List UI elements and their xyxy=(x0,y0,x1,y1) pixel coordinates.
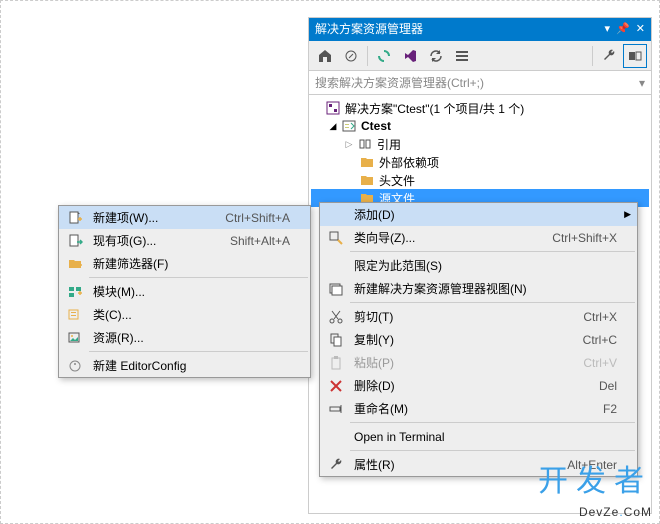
submenu-class-label: 类(C)... xyxy=(87,306,290,323)
class-wizard-icon xyxy=(324,230,348,246)
submenu-editorconfig[interactable]: 新建 EditorConfig xyxy=(59,354,310,377)
menu-class-wizard-label: 类向导(Z)... xyxy=(348,229,552,246)
menu-class-wizard-shortcut: Ctrl+Shift+X xyxy=(552,231,617,245)
menu-properties-shortcut: Alt+Enter xyxy=(567,458,617,472)
refresh-button[interactable] xyxy=(424,44,448,68)
menu-scope-label: 限定为此范围(S) xyxy=(348,257,617,274)
expander-closed-icon[interactable]: ▷ xyxy=(343,138,355,150)
new-item-icon xyxy=(63,210,87,226)
menu-delete-label: 删除(D) xyxy=(348,377,599,394)
submenu-new-item-label: 新建项(W)... xyxy=(87,209,225,226)
submenu-module[interactable]: 模块(M)... xyxy=(59,280,310,303)
headers-node[interactable]: 头文件 xyxy=(311,171,649,189)
expander-open-icon[interactable]: ◢ xyxy=(327,120,339,132)
menu-rename-label: 重命名(M) xyxy=(348,400,603,417)
nav-dropdown-button[interactable] xyxy=(339,44,363,68)
chevron-right-icon: ▶ xyxy=(624,209,631,220)
folder-icon xyxy=(359,154,375,170)
cut-icon xyxy=(324,309,348,325)
submenu-new-filter[interactable]: 新建筛选器(F) xyxy=(59,252,310,275)
menu-new-view-label: 新建解决方案资源管理器视图(N) xyxy=(348,280,617,297)
submenu-resource[interactable]: 资源(R)... xyxy=(59,326,310,349)
rename-icon xyxy=(324,401,348,417)
solution-node[interactable]: 解决方案"Ctest"(1 个项目/共 1 个) xyxy=(311,99,649,117)
menu-add[interactable]: 添加(D) ▶ xyxy=(320,203,637,226)
search-box[interactable]: ▾ xyxy=(309,71,651,95)
paste-icon xyxy=(324,355,348,371)
context-menu: 添加(D) ▶ 类向导(Z)... Ctrl+Shift+X 限定为此范围(S)… xyxy=(319,202,638,477)
submenu-editorconfig-label: 新建 EditorConfig xyxy=(87,357,290,374)
vs-button[interactable] xyxy=(398,44,422,68)
submenu-class[interactable]: 类(C)... xyxy=(59,303,310,326)
references-label: 引用 xyxy=(377,136,645,153)
menu-new-view[interactable]: 新建解决方案资源管理器视图(N) xyxy=(320,277,637,300)
menu-delete[interactable]: 删除(D) Del xyxy=(320,374,637,397)
submenu-existing-item[interactable]: 现有项(G)... Shift+Alt+A xyxy=(59,229,310,252)
project-node[interactable]: ◢ Ctest xyxy=(311,117,649,135)
submenu-existing-item-shortcut: Shift+Alt+A xyxy=(230,234,290,248)
delete-icon xyxy=(324,378,348,394)
chevron-down-icon[interactable] xyxy=(311,102,323,114)
project-icon xyxy=(341,118,357,134)
panel-title: 解决方案资源管理器 xyxy=(315,18,605,41)
mode-button[interactable] xyxy=(623,44,647,68)
references-icon xyxy=(357,136,373,152)
menu-copy-label: 复制(Y) xyxy=(348,331,583,348)
submenu-new-item-shortcut: Ctrl+Shift+A xyxy=(225,211,290,225)
menu-properties[interactable]: 属性(R) Alt+Enter xyxy=(320,453,637,476)
submenu-new-item[interactable]: 新建项(W)... Ctrl+Shift+A xyxy=(59,206,310,229)
menu-terminal[interactable]: Open in Terminal xyxy=(320,425,637,448)
menu-paste-label: 粘贴(P) xyxy=(348,354,583,371)
search-input[interactable] xyxy=(315,76,639,90)
menu-delete-shortcut: Del xyxy=(599,379,617,393)
home-button[interactable] xyxy=(313,44,337,68)
menu-properties-label: 属性(R) xyxy=(348,456,567,473)
menu-paste-shortcut: Ctrl+V xyxy=(583,356,617,370)
solution-label: 解决方案"Ctest"(1 个项目/共 1 个) xyxy=(345,100,645,117)
existing-item-icon xyxy=(63,233,87,249)
wrench-button[interactable] xyxy=(597,44,621,68)
menu-rename[interactable]: 重命名(M) F2 xyxy=(320,397,637,420)
collapse-button[interactable] xyxy=(450,44,474,68)
menu-copy-shortcut: Ctrl+C xyxy=(583,333,617,347)
menu-scope[interactable]: 限定为此范围(S) xyxy=(320,254,637,277)
search-dropdown-icon[interactable]: ▾ xyxy=(639,76,645,90)
dropdown-icon[interactable]: ▾ xyxy=(605,18,611,41)
external-deps-label: 外部依赖项 xyxy=(379,154,645,171)
folder-icon xyxy=(359,172,375,188)
copy-icon xyxy=(324,332,348,348)
menu-add-label: 添加(D) xyxy=(348,206,617,223)
menu-cut[interactable]: 剪切(T) Ctrl+X xyxy=(320,305,637,328)
menu-rename-shortcut: F2 xyxy=(603,402,617,416)
module-icon xyxy=(63,284,87,300)
editorconfig-icon xyxy=(63,358,87,374)
external-deps-node[interactable]: 外部依赖项 xyxy=(311,153,649,171)
references-node[interactable]: ▷ 引用 xyxy=(311,135,649,153)
submenu-new-filter-label: 新建筛选器(F) xyxy=(87,255,290,272)
menu-paste: 粘贴(P) Ctrl+V xyxy=(320,351,637,374)
project-label: Ctest xyxy=(361,119,645,133)
solution-icon xyxy=(325,100,341,116)
solution-tree: 解决方案"Ctest"(1 个项目/共 1 个) ◢ Ctest ▷ 引用 外部… xyxy=(309,95,651,211)
pin-icon[interactable]: 📌 xyxy=(616,18,630,41)
menu-copy[interactable]: 复制(Y) Ctrl+C xyxy=(320,328,637,351)
panel-toolbar xyxy=(309,41,651,71)
sync-button[interactable] xyxy=(372,44,396,68)
submenu-existing-item-label: 现有项(G)... xyxy=(87,232,230,249)
headers-label: 头文件 xyxy=(379,172,645,189)
new-view-icon xyxy=(324,281,348,297)
menu-class-wizard[interactable]: 类向导(Z)... Ctrl+Shift+X xyxy=(320,226,637,249)
menu-cut-label: 剪切(T) xyxy=(348,308,583,325)
new-filter-icon xyxy=(63,256,87,272)
panel-titlebar: 解决方案资源管理器 ▾ 📌 ✕ xyxy=(309,18,651,41)
wrench-icon xyxy=(324,457,348,473)
add-submenu: 新建项(W)... Ctrl+Shift+A 现有项(G)... Shift+A… xyxy=(58,205,311,378)
submenu-resource-label: 资源(R)... xyxy=(87,329,290,346)
menu-cut-shortcut: Ctrl+X xyxy=(583,310,617,324)
resource-icon xyxy=(63,330,87,346)
close-icon[interactable]: ✕ xyxy=(636,18,645,41)
class-icon xyxy=(63,307,87,323)
menu-terminal-label: Open in Terminal xyxy=(348,430,617,444)
submenu-module-label: 模块(M)... xyxy=(87,283,290,300)
